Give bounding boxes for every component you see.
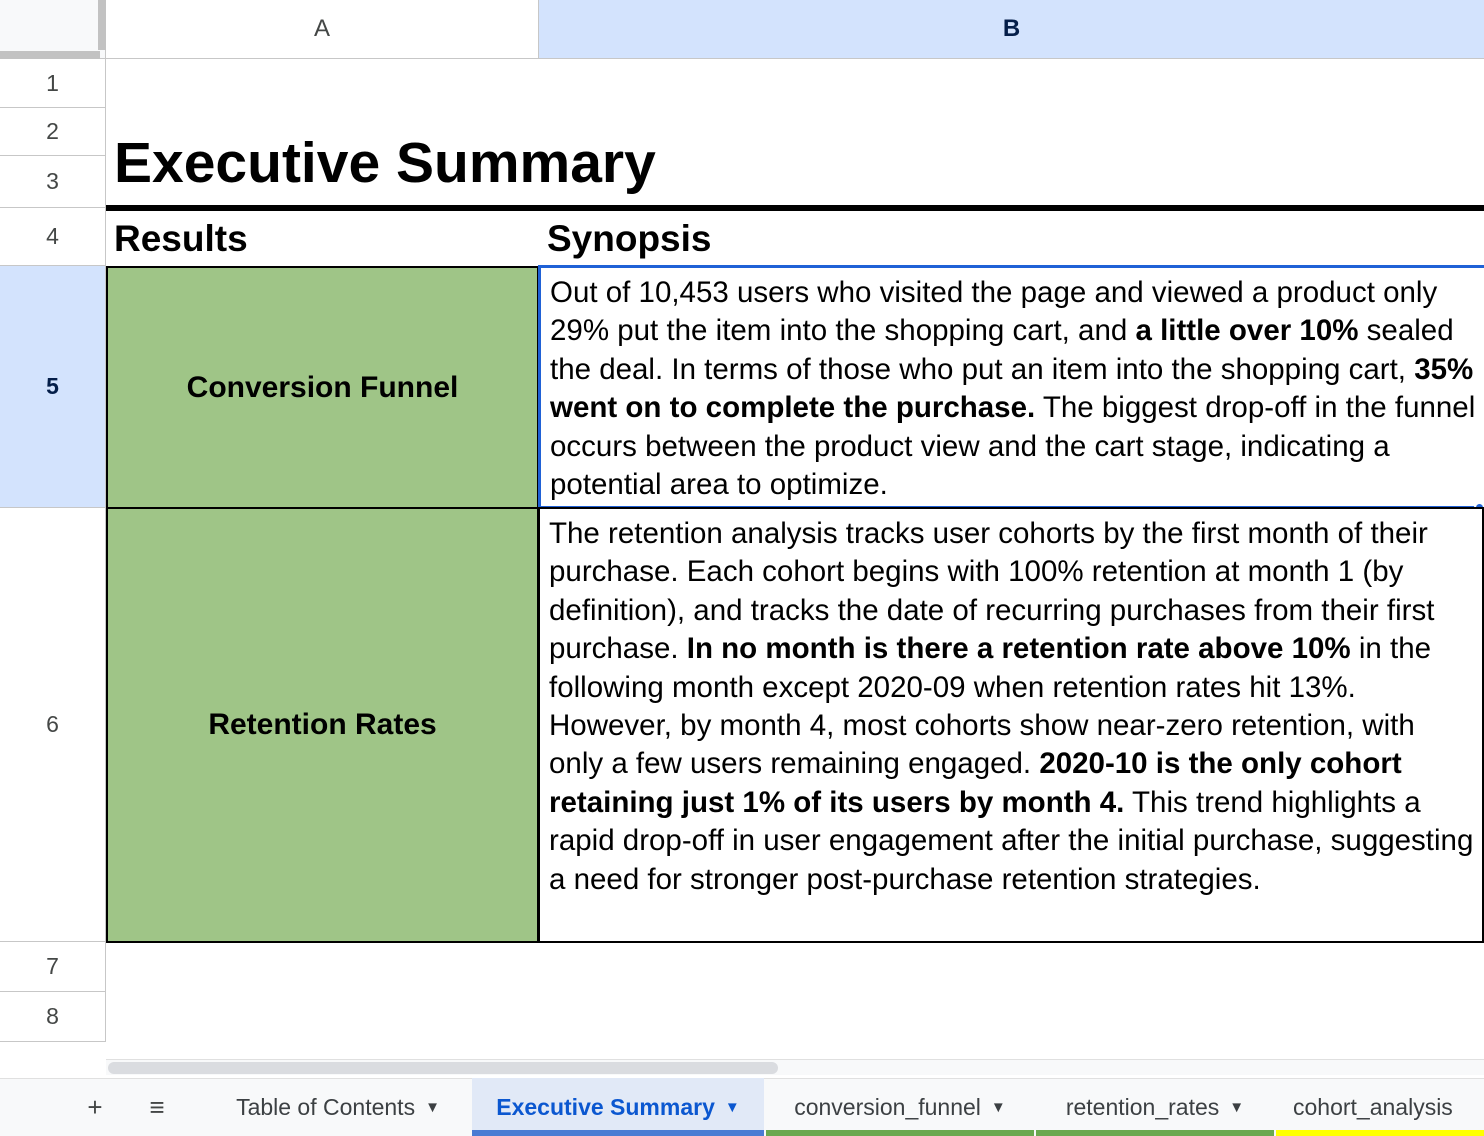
result-cell-retention-rates[interactable]: Retention Rates [106, 507, 539, 943]
tab-conversion-funnel[interactable]: conversion_funnel ▼ [766, 1078, 1034, 1136]
tab-label: Table of Contents [236, 1093, 416, 1120]
tab-label: retention_rates [1065, 1093, 1220, 1120]
tab-color-stripe [1276, 1130, 1484, 1136]
caret-down-icon[interactable]: ▼ [991, 1099, 1006, 1116]
caret-down-icon[interactable]: ▼ [425, 1099, 440, 1116]
frozen-column-handle[interactable] [98, 0, 106, 50]
tab-label: Executive Summary [496, 1093, 715, 1120]
synopsis-cell-conversion-funnel[interactable]: Out of 10,453 users who visited the page… [538, 265, 1484, 509]
add-sheet-icon[interactable]: + [76, 1078, 114, 1136]
all-sheets-menu-icon[interactable]: ≡ [138, 1078, 176, 1136]
frozen-row-handle[interactable] [0, 51, 100, 59]
row-header-8[interactable]: 8 [0, 992, 106, 1042]
caret-down-icon[interactable]: ▼ [725, 1099, 740, 1116]
tab-color-stripe [766, 1130, 1034, 1136]
tab-cohort-analysis[interactable]: cohort_analysis [1276, 1078, 1484, 1136]
select-all-corner[interactable] [0, 0, 106, 59]
synopsis-cell-retention-rates[interactable]: The retention analysis tracks user cohor… [538, 507, 1484, 943]
synopsis-header[interactable]: Synopsis [547, 216, 712, 262]
row-header-7[interactable]: 7 [0, 942, 106, 992]
row-header-6[interactable]: 6 [0, 508, 106, 942]
column-header-a[interactable]: A [106, 0, 539, 59]
row-header-5[interactable]: 5 [0, 266, 106, 508]
sheet-title[interactable]: Executive Summary [114, 130, 656, 196]
tab-label: conversion_funnel [794, 1093, 981, 1120]
row-header-2[interactable]: 2 [0, 108, 106, 156]
tab-executive-summary[interactable]: Executive Summary ▼ [472, 1078, 764, 1136]
synopsis-bold-text: a little over 10% [1135, 314, 1359, 348]
caret-down-icon[interactable]: ▼ [1229, 1099, 1244, 1116]
tab-retention-rates[interactable]: retention_rates ▼ [1036, 1078, 1274, 1136]
row-header-1[interactable]: 1 [0, 59, 106, 108]
title-underline [106, 205, 1484, 211]
tab-label: cohort_analysis [1293, 1093, 1453, 1120]
synopsis-bold-text: In no month is there a retention rate ab… [686, 632, 1351, 666]
row-header-4[interactable]: 4 [0, 208, 106, 266]
tab-table-of-contents[interactable]: Table of Contents ▼ [206, 1078, 470, 1136]
results-header[interactable]: Results [114, 216, 248, 262]
result-label: Conversion Funnel [186, 370, 459, 404]
tab-color-stripe [1036, 1130, 1274, 1136]
column-header-b[interactable]: B [539, 0, 1484, 59]
result-cell-conversion-funnel[interactable]: Conversion Funnel [106, 266, 539, 509]
result-label: Retention Rates [208, 708, 437, 741]
scrollbar-thumb[interactable] [108, 1062, 778, 1074]
tab-color-stripe [472, 1130, 764, 1136]
row-header-3[interactable]: 3 [0, 156, 106, 208]
